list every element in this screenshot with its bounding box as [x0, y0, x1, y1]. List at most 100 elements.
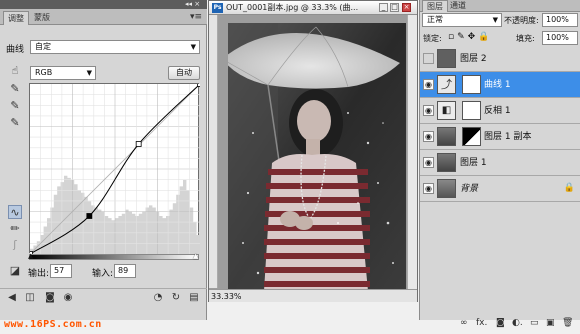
clip-icon[interactable]: ◙ [44, 292, 56, 304]
pencil-draw-icon[interactable]: ✏ [8, 222, 22, 236]
layer-name: 背景 [460, 184, 479, 194]
tab-adjustments[interactable]: 调整 [3, 11, 29, 25]
opacity-field[interactable]: 100% [542, 13, 578, 27]
visibility-eye-icon[interactable]: ◉ [423, 79, 434, 90]
link-layers-icon[interactable]: ∞ [460, 318, 468, 328]
expand-view-icon[interactable]: ◫ [24, 292, 36, 304]
layer-mask-thumbnail [462, 75, 481, 94]
channel-dropdown[interactable]: RGB ▼ [30, 66, 96, 80]
layer-name: 图层 1 副本 [484, 132, 532, 142]
panel-topbar: ◂◂ × [0, 0, 207, 9]
adjustments-tabbar: 调整 蒙版 ▾≡ [0, 9, 207, 25]
lock-options-icons[interactable]: ▫✎✥🔒 [448, 32, 492, 42]
white-point-slider[interactable]: ▲ [193, 252, 198, 260]
delete-icon[interactable]: ▤ [188, 292, 200, 304]
document-titlebar[interactable]: Ps OUT_0001副本.jpg @ 33.3% (曲... _ □ × [209, 1, 417, 15]
layer-mask-thumbnail [462, 127, 481, 146]
document-title: OUT_0001副本.jpg @ 33.3% (曲... [226, 3, 359, 12]
black-point-slider[interactable]: ▲ [28, 252, 33, 260]
view-previous-icon[interactable]: ◔ [152, 292, 164, 304]
tab-channels[interactable]: 通道 [446, 0, 470, 12]
photoshop-app-icon: Ps [212, 3, 223, 13]
new-group-icon[interactable]: ▭ [530, 318, 539, 328]
panel-menu-icon[interactable]: ▾≡ [190, 11, 202, 23]
document-statusbar: 33.33% [209, 289, 417, 302]
preset-dropdown[interactable]: 自定 ▼ [30, 40, 200, 54]
layers-panel: 图层 通道 正常 ▼ 不透明度: 100% 锁定: ▫✎✥🔒 填充: 100% … [419, 0, 580, 328]
curves-graph[interactable] [27, 81, 203, 257]
tab-layers[interactable]: 图层 [422, 0, 448, 12]
visibility-eye-icon[interactable]: ◉ [423, 157, 434, 168]
layer-name: 图层 2 [460, 54, 487, 64]
input-gradient-bar [29, 254, 199, 260]
layer-row[interactable]: ◉ 图层 1 副本 [420, 124, 580, 150]
layer-thumbnail [437, 127, 456, 146]
layer-style-icon[interactable]: fx. [476, 318, 487, 328]
watermark-text: www.16PS.com.cn [4, 319, 102, 330]
opacity-label: 不透明度: [504, 16, 539, 25]
curves-adjustment-icon: ⤴ [437, 75, 456, 94]
adjustments-panel: ◂◂ × 调整 蒙版 ▾≡ 曲线 自定 ▼ ☝ RGB ▼ 自动 ✎ ✎ ✎ ∿… [0, 0, 207, 320]
blend-mode-value: 正常 [427, 15, 443, 24]
tab-masks[interactable]: 蒙版 [30, 11, 54, 25]
reset-icon[interactable]: ↻ [170, 292, 182, 304]
chevron-down-icon: ▼ [492, 16, 498, 24]
close-button[interactable]: × [402, 3, 411, 12]
visibility-eye-icon[interactable]: ◉ [423, 105, 434, 116]
curve-control-point [135, 141, 142, 147]
preset-value: 自定 [35, 42, 51, 51]
layer-name: 反相 1 [484, 106, 511, 116]
layer-mask-thumbnail [462, 101, 481, 120]
eyedropper-white-icon[interactable]: ✎ [8, 116, 22, 130]
minimize-button[interactable]: _ [379, 3, 388, 12]
fill-label: 填充: [516, 34, 535, 43]
invert-adjustment-icon: ◧ [437, 101, 456, 120]
layer-thumbnail [437, 179, 456, 198]
visibility-eye-icon[interactable]: ◉ [423, 183, 434, 194]
layer-row[interactable]: ◉ ⤴ 曲线 1 [420, 72, 580, 98]
curve-control-point [197, 81, 203, 87]
layer-thumbnail [437, 153, 456, 172]
auto-button[interactable]: 自动 [168, 66, 200, 80]
vertical-ruler [209, 15, 218, 288]
smooth-icon[interactable]: ʃ [8, 238, 22, 252]
add-mask-icon[interactable]: ◙ [496, 318, 505, 328]
curves-svg [27, 81, 203, 257]
hand-adjust-icon[interactable]: ☝ [8, 64, 22, 78]
canvas-image[interactable] [228, 23, 406, 291]
chevron-down-icon: ▼ [86, 69, 92, 77]
lock-label: 锁定: [423, 34, 442, 43]
eyedropper-gray-icon[interactable]: ✎ [8, 99, 22, 113]
channel-value: RGB [35, 68, 53, 77]
visibility-eye-icon[interactable]: ◉ [423, 131, 434, 142]
clip-to-layer-icon[interactable]: ◪ [8, 264, 22, 278]
vertical-scrollbar[interactable] [407, 15, 417, 289]
blend-mode-dropdown[interactable]: 正常 ▼ [422, 13, 502, 27]
document-window: Ps OUT_0001副本.jpg @ 33.3% (曲... _ □ × 33… [208, 0, 418, 302]
layer-row[interactable]: 图层 2 [420, 46, 580, 72]
output-field[interactable]: 57 [50, 264, 72, 278]
chevron-down-icon: ▼ [190, 43, 196, 51]
maximize-button[interactable]: □ [390, 3, 399, 12]
eyedropper-black-icon[interactable]: ✎ [8, 82, 22, 96]
curve-point-tool-icon[interactable]: ∿ [8, 205, 22, 219]
panel-controls[interactable]: ◂◂ × [185, 0, 200, 9]
output-label: 输出: [28, 269, 50, 279]
trash-icon[interactable]: 🗑 [562, 318, 573, 328]
input-field[interactable]: 89 [114, 264, 136, 278]
visibility-off-icon[interactable] [423, 53, 434, 64]
curve-control-point [86, 213, 93, 219]
layer-row[interactable]: ◉ ◧ 反相 1 [420, 98, 580, 124]
fill-field[interactable]: 100% [542, 31, 578, 45]
layer-thumbnail [437, 49, 456, 68]
layer-row[interactable]: ◉ 图层 1 [420, 150, 580, 176]
lock-icon: 🔒 [563, 183, 575, 193]
visibility-eye-icon[interactable]: ◉ [62, 292, 74, 304]
adjustment-type-label: 曲线 [6, 45, 25, 55]
layer-name: 曲线 1 [484, 80, 511, 90]
new-adjustment-layer-icon[interactable]: ◐. [512, 318, 523, 328]
layer-row[interactable]: ◉ 背景 🔒 [420, 176, 580, 202]
new-layer-icon[interactable]: ▣ [546, 318, 555, 328]
zoom-level[interactable]: 33.33% [211, 290, 242, 303]
back-arrow-icon[interactable]: ◀ [6, 292, 18, 304]
